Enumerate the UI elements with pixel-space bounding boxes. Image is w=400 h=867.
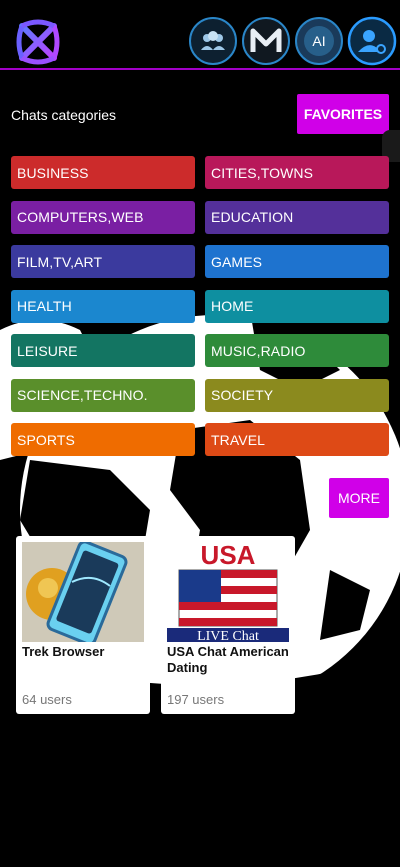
more-button[interactable]: MORE [329, 478, 389, 518]
trek-browser-thumbnail [22, 542, 144, 642]
category-home[interactable]: HOME [205, 289, 389, 323]
card-users-count: 197 users [167, 692, 225, 707]
card-title: Trek Browser [22, 644, 105, 659]
category-business[interactable]: BUSINESS [11, 156, 195, 189]
category-games[interactable]: GAMES [205, 245, 389, 278]
category-cities-towns[interactable]: CITIES,TOWNS [205, 156, 389, 189]
ai-label: AI [312, 33, 325, 49]
app-header: AI [0, 0, 400, 70]
chat-card-usa-chat[interactable]: USA LIVE Chat USA Chat American Dating 1… [161, 536, 295, 714]
card-users-count: 64 users [22, 692, 72, 707]
card-title: USA Chat American Dating [167, 644, 289, 675]
favorites-button[interactable]: FAVORITES [297, 94, 389, 134]
category-travel[interactable]: TRAVEL [205, 423, 389, 456]
group-chat-icon[interactable] [188, 16, 238, 66]
categories-title: Chats categories [11, 107, 117, 123]
thumb-live-chat-text: LIVE Chat [197, 629, 259, 642]
category-health[interactable]: HEALTH [11, 289, 195, 323]
category-society[interactable]: SOCIETY [205, 378, 389, 412]
app-logo-icon[interactable] [12, 16, 64, 68]
user-settings-icon[interactable] [347, 16, 397, 66]
header-divider [0, 68, 400, 70]
category-education[interactable]: EDUCATION [205, 200, 389, 234]
category-music-radio[interactable]: MUSIC,RADIO [205, 334, 389, 367]
category-sports[interactable]: SPORTS [11, 423, 195, 456]
chat-card-trek-browser[interactable]: Trek Browser 64 users [16, 536, 150, 714]
usa-chat-thumbnail: USA LIVE Chat [167, 542, 289, 642]
category-leisure[interactable]: LEISURE [11, 334, 195, 367]
mail-icon[interactable] [241, 16, 291, 66]
ai-icon[interactable]: AI [294, 16, 344, 66]
thumb-usa-text: USA [201, 542, 256, 570]
category-science-techno[interactable]: SCIENCE,TECHNO. [11, 378, 195, 412]
category-film-tv-art[interactable]: FILM,TV,ART [11, 245, 195, 278]
category-computers-web[interactable]: COMPUTERS,WEB [11, 200, 195, 234]
